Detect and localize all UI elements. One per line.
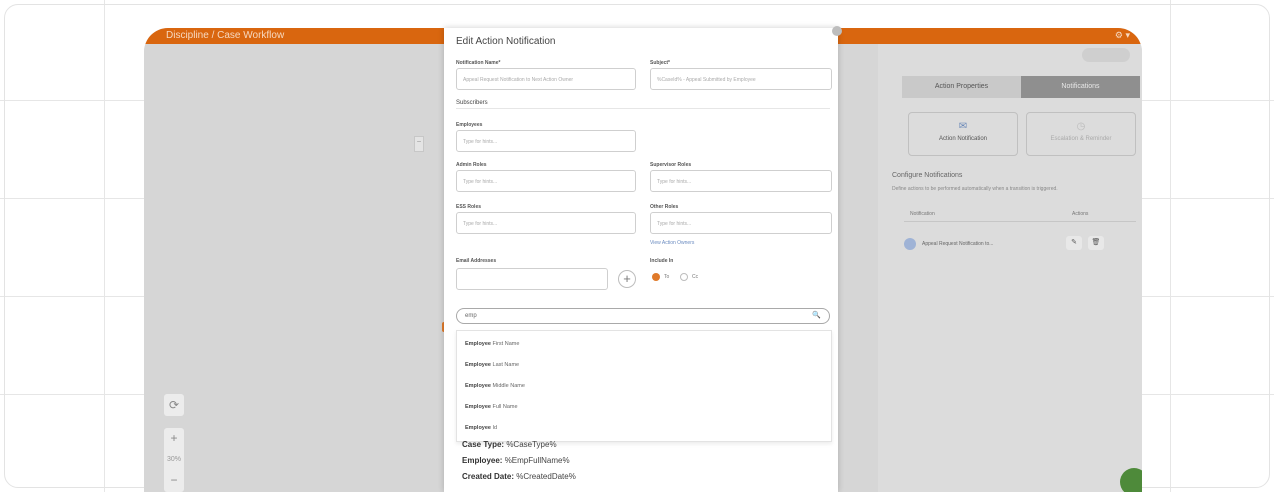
- placeholder-search-input[interactable]: emp 🔍: [456, 308, 830, 324]
- delete-icon[interactable]: 🗑: [1088, 236, 1104, 250]
- employees-label: Employees: [456, 122, 483, 128]
- search-icon[interactable]: 🔍: [812, 311, 821, 319]
- notifications-table-header: Notification Actions: [904, 206, 1136, 222]
- other-roles-input[interactable]: Type for hints...: [650, 212, 832, 234]
- supervisor-roles-label: Supervisor Roles: [650, 162, 692, 168]
- radio-cc[interactable]: [680, 273, 688, 281]
- configure-title: Configure Notifications: [892, 172, 963, 179]
- user-menu-icon[interactable]: ⚙ ▾: [1115, 30, 1130, 41]
- notification-name: Appeal Request Notification to...: [922, 241, 994, 247]
- subscribers-heading: Subscribers: [456, 100, 488, 106]
- close-icon[interactable]: [832, 26, 842, 36]
- include-in-label: Include In: [650, 258, 674, 264]
- table-row[interactable]: Appeal Request Notification to... ✎ 🗑: [904, 236, 1136, 254]
- radio-to-label: To: [664, 274, 670, 280]
- notification-type-cards: ✉ Action Notification ◷ Escalation & Rem…: [908, 112, 1136, 156]
- employees-input[interactable]: Type for hints...: [456, 130, 636, 152]
- radio-to[interactable]: [652, 273, 660, 281]
- notification-name-field[interactable]: Appeal Request Notification to Next Acti…: [456, 68, 636, 90]
- email-addresses-label: Email Addresses: [456, 258, 497, 264]
- action-notification-card[interactable]: ✉ Action Notification: [908, 112, 1018, 156]
- avatar: [904, 238, 916, 250]
- save-button[interactable]: [1082, 48, 1130, 62]
- help-button[interactable]: [1120, 468, 1142, 492]
- view-action-owners-link[interactable]: View Action Owners: [650, 240, 694, 246]
- suggestion-dropdown: Employee First Name Employee Last Name E…: [456, 330, 832, 442]
- clock-icon: ◷: [1076, 121, 1086, 132]
- zoom-controls: + 30% −: [164, 428, 184, 492]
- suggestion-item[interactable]: Employee Id: [465, 425, 497, 431]
- column-header: Actions: [1072, 211, 1089, 217]
- suggestion-item[interactable]: Employee Full Name: [465, 404, 518, 410]
- properties-panel: Action Properties Notifications ✉ Action…: [878, 44, 1142, 492]
- ess-roles-input[interactable]: Type for hints...: [456, 212, 636, 234]
- subject-field[interactable]: %CaseId% - Appeal Submitted by Employee: [650, 68, 832, 90]
- add-email-button[interactable]: +: [618, 270, 636, 288]
- zoom-out-button[interactable]: −: [164, 470, 184, 491]
- search-value: emp: [465, 313, 477, 319]
- editor-line[interactable]: Created Date: %CreatedDate%: [462, 472, 576, 481]
- editor-line[interactable]: Case Type: %CaseType%: [462, 440, 557, 449]
- card-label: Escalation & Reminder: [1050, 136, 1112, 142]
- suggestion-item[interactable]: Employee Middle Name: [465, 383, 525, 389]
- tab-action-properties[interactable]: Action Properties: [902, 76, 1021, 98]
- ess-roles-label: ESS Roles: [456, 204, 482, 210]
- refresh-icon[interactable]: ⟳: [164, 394, 184, 416]
- edit-notification-modal: Edit Action Notification Notification Na…: [444, 26, 842, 492]
- suggestion-item[interactable]: Employee Last Name: [465, 362, 519, 368]
- mail-icon: ✉: [958, 121, 968, 132]
- email-addresses-input[interactable]: [456, 268, 608, 290]
- supervisor-roles-input[interactable]: Type for hints...: [650, 170, 832, 192]
- subject-label: Subject*: [650, 60, 671, 66]
- tab-notifications[interactable]: Notifications: [1021, 76, 1140, 98]
- suggestion-item[interactable]: Employee First Name: [465, 341, 519, 347]
- escalation-card[interactable]: ◷ Escalation & Reminder: [1026, 112, 1136, 156]
- other-roles-label: Other Roles: [650, 204, 679, 210]
- workflow-node[interactable]: −: [414, 136, 424, 152]
- panel-tabs: Action Properties Notifications: [902, 76, 1140, 98]
- notification-name-label: Notification Name*: [456, 60, 501, 66]
- modal-title: Edit Action Notification: [456, 36, 556, 47]
- admin-roles-label: Admin Roles: [456, 162, 487, 168]
- breadcrumb[interactable]: Discipline / Case Workflow: [166, 30, 284, 41]
- edit-icon[interactable]: ✎: [1066, 236, 1082, 250]
- divider: [456, 108, 830, 109]
- card-label: Action Notification: [938, 136, 988, 142]
- zoom-in-button[interactable]: +: [164, 428, 184, 449]
- radio-cc-label: Cc: [692, 274, 699, 280]
- column-header: Notification: [910, 211, 935, 217]
- configure-description: Define actions to be performed automatic…: [892, 186, 1058, 192]
- editor-line[interactable]: Employee: %EmpFullName%: [462, 456, 570, 465]
- zoom-level: 30%: [166, 456, 181, 463]
- admin-roles-input[interactable]: Type for hints...: [456, 170, 636, 192]
